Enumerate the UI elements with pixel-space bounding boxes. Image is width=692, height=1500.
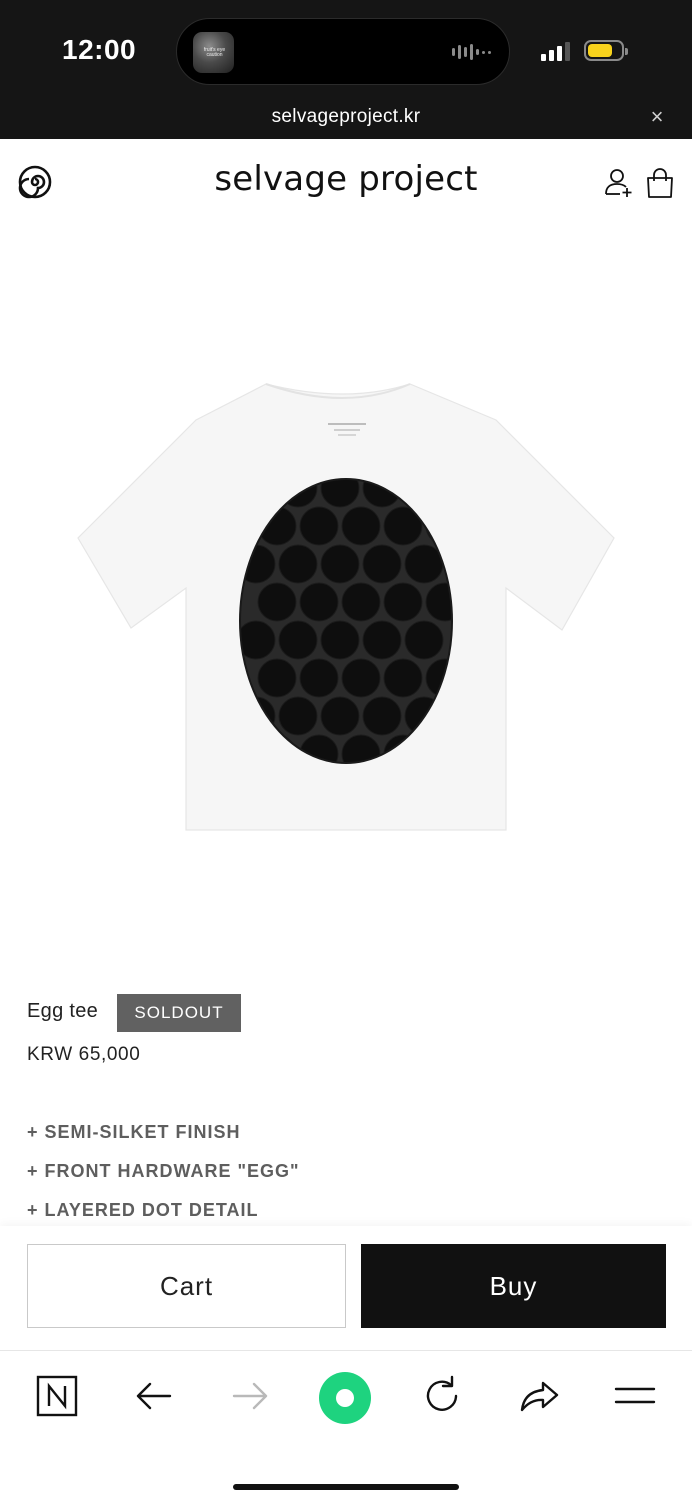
naver-home-icon[interactable] [33,1372,81,1420]
product-price: KRW 65,000 [27,1044,141,1065]
close-icon[interactable]: × [646,106,668,128]
battery-icon [584,40,628,61]
green-dot-icon[interactable] [316,1369,374,1427]
buy-button[interactable]: Buy [361,1244,666,1328]
status-badge: SOLDOUT [117,994,241,1032]
cellular-signal-icon [541,42,570,61]
browser-top-bar: 12:00 fruit's eye caution selvageproject… [0,0,692,139]
status-time: 12:00 [62,34,137,65]
now-playing-artwork: fruit's eye caution [193,32,234,73]
menu-icon[interactable] [611,1372,659,1420]
back-arrow-icon[interactable] [130,1372,178,1420]
brand-logo[interactable]: selvage project [0,159,692,199]
cart-button[interactable]: Cart [27,1244,346,1328]
share-icon[interactable] [515,1372,563,1420]
purchase-bar: Cart Buy [0,1226,692,1350]
feature-item: + LAYERED DOT DETAIL [27,1200,259,1220]
dynamic-island[interactable]: fruit's eye caution [176,18,510,85]
product-name: Egg tee [27,1000,99,1022]
product-image[interactable] [76,378,616,834]
url-text[interactable]: selvageproject.kr [0,106,692,128]
browser-toolbar [0,1350,692,1500]
reload-icon[interactable] [418,1372,466,1420]
now-playing-art-text: fruit's eye caution [203,47,226,58]
shopping-bag-icon[interactable] [645,167,675,199]
audio-wave-icon [452,44,491,60]
forward-arrow-icon[interactable] [226,1372,274,1420]
site-header: selvage project [0,139,692,229]
account-icon[interactable] [604,167,634,199]
screen: 12:00 fruit's eye caution selvageproject… [0,0,692,1500]
home-indicator[interactable] [233,1484,459,1490]
feature-item: + FRONT HARDWARE "EGG" [27,1161,300,1181]
feature-item: + SEMI-SILKET FINISH [27,1122,241,1142]
